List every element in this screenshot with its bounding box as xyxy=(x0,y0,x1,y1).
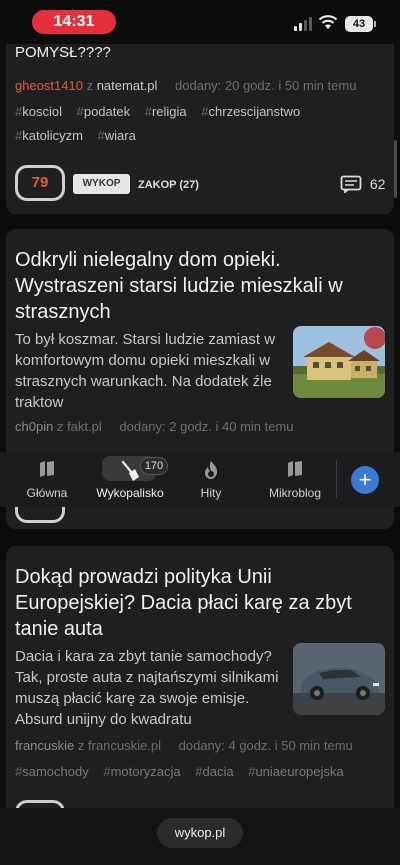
post-tags: kosciol podatek religia chrzescijanstwo … xyxy=(15,100,384,148)
mikroblog-icon xyxy=(288,461,302,477)
wifi-icon xyxy=(318,15,338,29)
post-card[interactable]: Dokąd prowadzi polityka Unii Europejskie… xyxy=(6,546,394,816)
post-title[interactable]: POMYSŁ???? xyxy=(15,44,380,62)
vote-count[interactable]: 79 xyxy=(15,165,65,201)
post-tags: samochody motoryzacja dacia uniaeuropejs… xyxy=(15,760,384,784)
post-title[interactable]: Dokąd prowadzi polityka Unii Europejskie… xyxy=(15,564,380,642)
post-date: dodany: 4 godz. i 50 min temu xyxy=(178,738,353,753)
signal-icon xyxy=(294,17,314,31)
post-author[interactable]: ch0pin xyxy=(15,419,53,434)
post-meta: gheost1410 z natemat.pl dodany: 20 godz.… xyxy=(15,78,357,93)
comment-icon xyxy=(340,175,362,195)
url-field[interactable]: wykop.pl xyxy=(157,818,243,848)
post-date: dodany: 20 godz. i 50 min temu xyxy=(175,78,357,93)
post-meta: francuskie z francuskie.pl dodany: 4 god… xyxy=(15,738,353,753)
status-bar: 14:31 43 xyxy=(0,0,400,44)
post-author[interactable]: francuskie xyxy=(15,738,74,753)
tag[interactable]: katolicyzm xyxy=(15,124,83,148)
tag[interactable]: religia xyxy=(145,100,187,124)
tab-mikroblog[interactable]: Mikroblog xyxy=(262,452,328,507)
battery-icon: 43 xyxy=(345,16,373,32)
post-source[interactable]: fakt.pl xyxy=(67,419,102,434)
flame-icon xyxy=(205,461,218,479)
browser-url-bar: wykop.pl xyxy=(0,808,400,865)
post-date: dodany: 2 godz. i 40 min temu xyxy=(119,419,294,434)
post-excerpt: Dacia i kara za zbyt tanie samochody? Ta… xyxy=(15,648,279,728)
post-source[interactable]: francuskie.pl xyxy=(88,738,161,753)
tab-glowna[interactable]: Główna xyxy=(16,452,78,507)
tag[interactable]: podatek xyxy=(77,100,130,124)
bottom-tab-bar: Główna Wykopalisko 170 Hity Mikroblog xyxy=(0,452,400,507)
wykop-button[interactable]: WYKOP xyxy=(73,174,130,194)
post-author[interactable]: gheost1410 xyxy=(15,78,83,93)
status-time: 14:31 xyxy=(32,10,116,34)
wykopalisko-badge: 170 xyxy=(140,457,168,475)
tag[interactable]: chrzescijanstwo xyxy=(201,100,301,124)
zakop-button[interactable]: ZAKOP (27) xyxy=(138,179,199,191)
tag[interactable]: uniaeuropejska xyxy=(248,760,343,784)
post-meta: ch0pin z fakt.pl dodany: 2 godz. i 40 mi… xyxy=(15,419,294,434)
post-thumbnail[interactable] xyxy=(293,643,385,715)
comments-count: 62 xyxy=(369,176,386,193)
post-card[interactable]: POMYSŁ???? gheost1410 z natemat.pl dodan… xyxy=(6,14,394,214)
post-excerpt: To był koszmar. Starsi ludzie zamiast w … xyxy=(15,331,276,411)
post-source[interactable]: natemat.pl xyxy=(97,78,158,93)
post-thumbnail[interactable] xyxy=(293,326,385,398)
tag[interactable]: kosciol xyxy=(15,100,62,124)
tag[interactable]: motoryzacja xyxy=(103,760,181,784)
tag[interactable]: samochody xyxy=(15,760,88,784)
shovel-icon xyxy=(121,460,139,481)
scrollbar[interactable] xyxy=(394,140,397,198)
add-button[interactable]: + xyxy=(351,466,379,494)
vote-count[interactable] xyxy=(15,505,65,523)
plus-icon: + xyxy=(358,467,372,492)
tab-hity[interactable]: Hity xyxy=(186,452,236,507)
post-title[interactable]: Odkryli nielegalny dom opieki. Wystrasze… xyxy=(15,247,380,325)
comments-button[interactable]: 62 xyxy=(340,175,386,195)
tag[interactable]: dacia xyxy=(195,760,234,784)
home-icon xyxy=(40,461,54,477)
tag[interactable]: wiara xyxy=(98,124,136,148)
